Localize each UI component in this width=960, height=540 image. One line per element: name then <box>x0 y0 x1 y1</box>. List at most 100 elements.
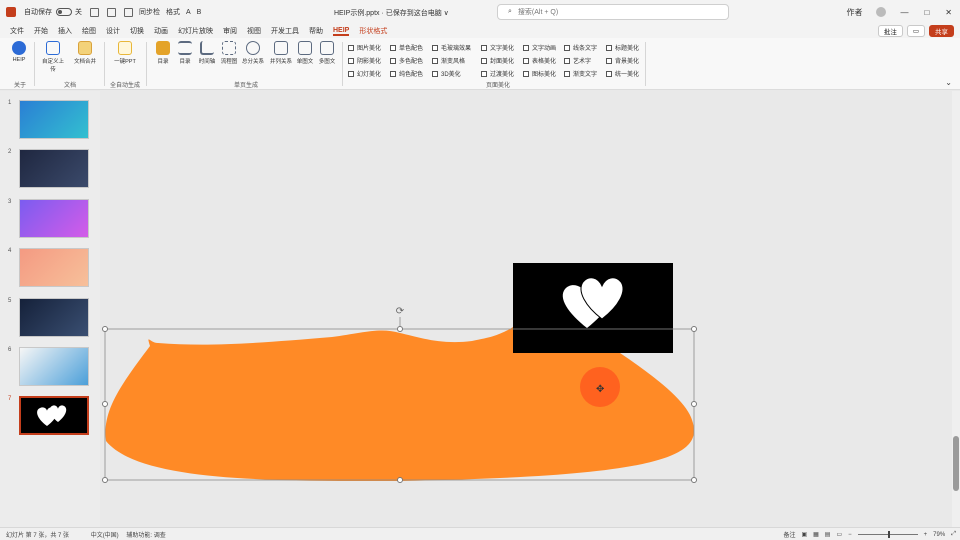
option-cover[interactable]: 封面美化 <box>481 56 514 65</box>
multi-image-button[interactable]: 多图文 <box>316 41 338 65</box>
resize-handle-sw[interactable] <box>102 477 108 483</box>
total-sub-button[interactable]: 总分关系 <box>242 41 264 65</box>
reading-view-icon[interactable]: ▤ <box>825 531 831 538</box>
close-icon[interactable]: ✕ <box>945 8 952 17</box>
slide-thumbnail-3[interactable] <box>19 199 89 238</box>
slide-thumbnail-row[interactable]: 5 <box>0 298 100 340</box>
option-unify[interactable]: 统一美化 <box>606 69 639 78</box>
option-table[interactable]: 表格美化 <box>523 56 556 65</box>
slide-thumbnail-row[interactable]: 3 <box>0 199 100 241</box>
present-button[interactable]: ▭ <box>906 25 925 37</box>
tab-heip[interactable]: HEIP <box>333 27 350 36</box>
option-multi-color[interactable]: 多色配色 <box>390 56 423 65</box>
undo-icon[interactable] <box>107 7 116 17</box>
tab-review[interactable]: 审阅 <box>223 26 237 36</box>
slide-thumbnail-6[interactable] <box>19 347 89 386</box>
slide-thumbnail-row[interactable]: 1 <box>0 100 100 142</box>
rotate-handle-icon[interactable]: ⟳ <box>394 306 406 318</box>
vertical-scrollbar[interactable] <box>952 91 960 527</box>
fit-to-window-icon[interactable]: ⤢ <box>951 531 956 538</box>
option-slide[interactable]: 幻灯美化 <box>348 69 381 78</box>
tab-slideshow[interactable]: 幻灯片放映 <box>178 26 213 36</box>
tab-shape-format[interactable]: 形状格式 <box>359 26 387 36</box>
resize-handle-n[interactable] <box>397 326 403 332</box>
quick-action-3[interactable]: A <box>186 9 191 16</box>
quick-action-4[interactable]: B <box>197 9 202 16</box>
tab-transitions[interactable]: 切换 <box>130 26 144 36</box>
one-click-ppt-button[interactable]: 一键PPT <box>114 41 136 65</box>
slide-thumbnail-row[interactable]: 4 <box>0 248 100 290</box>
slide-thumbnail-row[interactable]: 6 <box>0 347 100 389</box>
language-status[interactable]: 中文(中国) <box>91 533 119 539</box>
slide-thumbnail-4[interactable] <box>19 248 89 287</box>
tab-draw[interactable]: 绘图 <box>82 26 96 36</box>
notes-button[interactable]: 备注 <box>783 530 795 539</box>
scrollbar-thumb[interactable] <box>953 436 959 491</box>
option-icon[interactable]: 图标美化 <box>523 69 556 78</box>
single-image-button[interactable]: 单图文 <box>294 41 316 65</box>
option-frosted-glass[interactable]: 毛玻璃效果 <box>432 43 471 52</box>
zoom-out-icon[interactable]: − <box>848 532 852 538</box>
slide-editing-canvas[interactable]: ✥ ⟳ <box>100 91 952 527</box>
comment-button[interactable]: 批注 <box>877 25 903 37</box>
heip-button[interactable]: HEIP <box>8 41 30 63</box>
slideshow-icon[interactable]: ▭ <box>836 531 842 538</box>
tab-view[interactable]: 视图 <box>247 26 261 36</box>
slide-sorter-icon[interactable]: ▦ <box>813 531 819 538</box>
zoom-slider[interactable] <box>857 531 918 538</box>
option-gradient-text[interactable]: 渐变文字 <box>564 69 597 78</box>
option-shadow[interactable]: 阴影美化 <box>348 56 381 65</box>
tab-design[interactable]: 设计 <box>106 26 120 36</box>
flowchart-button[interactable]: 流程图 <box>218 41 240 65</box>
zoom-in-icon[interactable]: + <box>924 532 928 538</box>
tab-insert[interactable]: 插入 <box>58 26 72 36</box>
custom-upload-button[interactable]: 自定义上传 <box>42 41 64 73</box>
option-wordart[interactable]: 艺术字 <box>564 56 591 65</box>
slide-shapes[interactable]: ✥ <box>100 91 952 527</box>
tab-animations[interactable]: 动画 <box>154 26 168 36</box>
quick-action-2[interactable]: 格式 <box>166 7 180 17</box>
option-title-beautify[interactable]: 标题美化 <box>606 43 639 52</box>
option-solid-color[interactable]: 纯色配色 <box>390 69 423 78</box>
option-text-animation[interactable]: 文字动画 <box>523 43 556 52</box>
slide-thumbnail-7[interactable] <box>19 396 89 435</box>
tab-file[interactable]: 文件 <box>10 26 24 36</box>
slide-thumbnail-panel[interactable]: 1 2 3 4 5 6 7 <box>0 91 100 527</box>
timeline-button[interactable]: 时间轴 <box>196 41 218 65</box>
search-box[interactable]: ⌕ 搜索(Alt + Q) <box>497 4 729 20</box>
option-3d[interactable]: 3D美化 <box>432 69 461 78</box>
option-background[interactable]: 背景美化 <box>606 56 639 65</box>
resize-handle-s[interactable] <box>397 477 403 483</box>
resize-handle-se[interactable] <box>691 477 697 483</box>
resize-handle-e[interactable] <box>691 401 697 407</box>
tab-help[interactable]: 帮助 <box>309 26 323 36</box>
option-mono-color[interactable]: 单色配色 <box>390 43 423 52</box>
save-icon[interactable] <box>90 7 99 17</box>
normal-view-icon[interactable]: ▣ <box>801 531 807 538</box>
tab-home[interactable]: 开始 <box>34 26 48 36</box>
chevron-down-icon[interactable]: ⌄ <box>945 78 952 87</box>
resize-handle-ne[interactable] <box>691 326 697 332</box>
option-transition[interactable]: 过渡美化 <box>481 69 514 78</box>
autosave-toggle[interactable] <box>56 8 72 16</box>
slide-thumbnail-row[interactable]: 7 <box>0 396 100 438</box>
quick-action-1[interactable]: 同步检 <box>139 7 160 17</box>
document-title[interactable]: HEIP示例.pptx · 已保存到这台电脑 ∨ <box>334 8 449 18</box>
maximize-icon[interactable]: □ <box>924 8 929 17</box>
avatar[interactable] <box>876 7 887 17</box>
doc-merge-button[interactable]: 文档合并 <box>74 41 96 65</box>
option-line-text[interactable]: 线条文字 <box>564 43 597 52</box>
toc-button[interactable]: 目录 <box>174 41 196 65</box>
slide-thumbnail-1[interactable] <box>19 100 89 139</box>
tab-developer[interactable]: 开发工具 <box>271 26 299 36</box>
share-button[interactable]: 共享 <box>929 25 954 37</box>
zoom-level[interactable]: 79% <box>933 532 945 538</box>
slide-thumbnail-2[interactable] <box>19 149 89 188</box>
layers-button[interactable]: 目录 <box>152 41 174 65</box>
slide-thumbnail-5[interactable] <box>19 298 89 337</box>
option-image-beautify[interactable]: 图片美化 <box>348 43 381 52</box>
option-gradient-style[interactable]: 渐变风格 <box>432 56 465 65</box>
accessibility-status[interactable]: 辅助功能: 调查 <box>126 533 165 539</box>
user-name[interactable]: 作者 <box>846 7 862 18</box>
resize-handle-nw[interactable] <box>102 326 108 332</box>
